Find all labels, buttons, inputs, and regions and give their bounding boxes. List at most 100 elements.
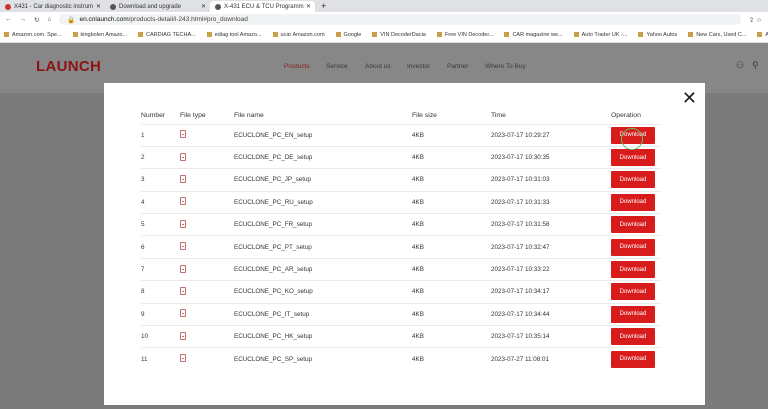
bookmark-item[interactable]: kingbolen Amazo... (73, 32, 127, 38)
operation-cell: Download (611, 168, 661, 192)
file-icon (180, 152, 186, 161)
nav-service[interactable]: Service (326, 63, 348, 70)
close-icon[interactable]: ✕ (682, 89, 697, 107)
col-file-size: File size (412, 111, 437, 119)
file-size: 4KB (412, 280, 491, 304)
bookmark-item[interactable]: Auto Trader UK -... (574, 32, 628, 38)
forward-icon[interactable]: → (20, 16, 27, 23)
row-number: 1 (141, 123, 180, 147)
file-time: 2023-07-17 10:33:22 (491, 257, 611, 281)
bookmark-item[interactable]: ediag tool Amazo... (207, 32, 262, 38)
download-button[interactable]: Download (611, 305, 655, 323)
reload-icon[interactable]: ↻ (34, 16, 39, 24)
download-button[interactable]: Download (611, 216, 655, 234)
table-row: 2 ECUCLONE_PC_DE_setup 4KB 2023-07-17 10… (141, 145, 661, 169)
bookmark-item[interactable]: Free VIN Decoder... (437, 32, 494, 38)
row-number: 7 (141, 257, 180, 281)
launch-logo[interactable]: LAUNCH (36, 58, 101, 75)
file-name: ECUCLONE_PC_AR_setup (234, 257, 412, 281)
tab-label: X-431 ECU & TCU Programm (224, 3, 304, 10)
nav-investor[interactable]: Investor (407, 63, 430, 70)
file-name: ECUCLONE_PC_HK_setup (234, 325, 412, 348)
bookmark-item[interactable]: Amazon.com. Spe... (4, 32, 62, 38)
file-time: 2023-07-17 10:31:58 (491, 213, 611, 236)
row-number: 9 (141, 302, 180, 326)
back-icon[interactable]: ← (5, 16, 12, 23)
file-size: 4KB (412, 235, 491, 259)
nav-products[interactable]: Products (284, 63, 310, 70)
table-row: 5 ECUCLONE_PC_FR_setup 4KB 2023-07-17 10… (141, 213, 661, 236)
bookmark-item[interactable]: Yahoo Autos (638, 32, 677, 38)
download-button[interactable]: Download (611, 238, 655, 256)
file-size: 4KB (412, 123, 491, 147)
file-type-cell (180, 235, 234, 259)
bookmark-item[interactable]: CARDIAG TECHA... (138, 32, 196, 38)
download-modal: ✕ Number File type File name File size T… (104, 83, 705, 405)
table-row: 4 ECUCLONE_PC_RU_setup 4KB 2023-07-17 10… (141, 190, 661, 214)
url-input[interactable]: 🔒 en.cnlaunch.com/products-detail/i-243.h… (59, 14, 741, 25)
file-name: ECUCLONE_PC_DE_setup (234, 145, 412, 169)
col-time: Time (491, 111, 506, 119)
bookmark-item[interactable]: Google (336, 32, 362, 38)
url-path: /products-detail/i-243.html#pro_download (128, 16, 248, 23)
nav-partner[interactable]: Partner (447, 63, 468, 70)
file-icon (180, 286, 186, 295)
table-row: 1 ECUCLONE_PC_EN_setup 4KB 2023-07-17 10… (141, 123, 661, 147)
file-type-cell (180, 145, 234, 169)
col-file-type: File type (180, 111, 206, 119)
file-icon (180, 354, 186, 363)
download-button[interactable]: Download (611, 193, 655, 211)
bookmark-item[interactable]: VIN DecoderDacia (372, 32, 426, 38)
file-type-cell (180, 123, 234, 147)
tab-x431[interactable]: X431 - Car diagnostic instrum ✕ (0, 1, 105, 12)
bookmark-item[interactable]: ucar Amazon.com (273, 32, 325, 38)
bookmark-item[interactable]: New Cars, Used C... (688, 32, 746, 38)
new-tab-button[interactable]: + (315, 1, 332, 12)
download-button[interactable]: Download (611, 283, 655, 301)
download-button[interactable]: Download (611, 328, 655, 346)
nav-about[interactable]: About us (365, 63, 391, 70)
operation-cell: Download (611, 347, 661, 371)
file-icon (180, 197, 186, 206)
row-number: 10 (141, 325, 180, 348)
file-icon (180, 309, 186, 318)
operation-cell: Download (611, 280, 661, 304)
file-size: 4KB (412, 213, 491, 236)
download-button[interactable]: Download (611, 261, 655, 279)
bookmark-item[interactable]: CAR magazine we... (504, 32, 562, 38)
file-time: 2023-07-17 10:31:03 (491, 168, 611, 192)
col-number: Number (141, 111, 166, 119)
search-icon[interactable]: ⚲ (752, 60, 759, 71)
tab-ecu[interactable]: X-431 ECU & TCU Programm ✕ (210, 1, 315, 12)
operation-cell: Download (611, 145, 661, 169)
row-number: 8 (141, 280, 180, 304)
nav-where-to-buy[interactable]: Where To Buy (485, 63, 526, 70)
file-icon (180, 130, 186, 139)
file-time: 2023-07-27 11:08:01 (491, 347, 611, 371)
globe-icon (215, 3, 221, 10)
download-button[interactable]: Download (611, 171, 655, 189)
table-row: 8 ECUCLONE_PC_KO_setup 4KB 2023-07-17 10… (141, 280, 661, 304)
table-row: 7 ECUCLONE_PC_AR_setup 4KB 2023-07-17 10… (141, 257, 661, 281)
home-icon[interactable]: ⌂ (47, 16, 51, 23)
user-icon[interactable]: ⚇ (736, 60, 744, 71)
bookmark-item[interactable]: Autoblog: C (757, 32, 768, 38)
file-name: ECUCLONE_PC_RU_setup (234, 190, 412, 214)
close-tab-icon[interactable]: ✕ (201, 3, 206, 10)
file-type-cell (180, 168, 234, 192)
file-name: ECUCLONE_PC_JP_setup (234, 168, 412, 192)
download-button[interactable]: Download (611, 149, 655, 167)
favicon-icon (5, 3, 11, 10)
file-type-cell (180, 280, 234, 304)
file-icon (180, 331, 186, 340)
close-tab-icon[interactable]: ✕ (306, 3, 311, 10)
col-file-name: File name (234, 111, 264, 119)
address-bar-row: ← → ↻ ⌂ 🔒 en.cnlaunch.com/products-detail/i-… (0, 12, 768, 27)
share-icon[interactable]: ⇪ ☆ (749, 16, 762, 24)
tab-label: X431 - Car diagnostic instrum (14, 3, 94, 10)
tab-label: Download and upgrade (119, 3, 182, 10)
tab-download[interactable]: Download and upgrade ✕ (105, 1, 210, 12)
file-time: 2023-07-17 10:32:47 (491, 235, 611, 259)
download-button[interactable]: Download (611, 350, 655, 368)
close-tab-icon[interactable]: ✕ (96, 3, 101, 10)
